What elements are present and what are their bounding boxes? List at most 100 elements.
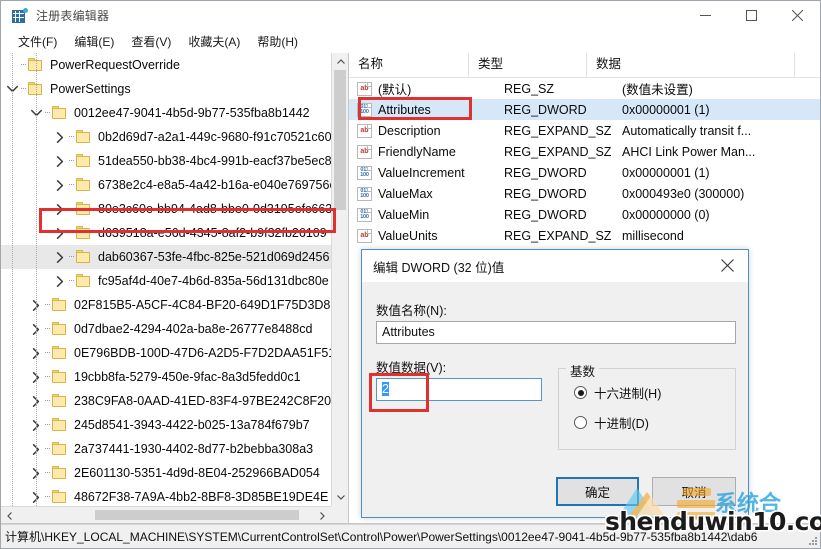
- tree-scroll-left-button[interactable]: [1, 507, 18, 523]
- menu-edit[interactable]: 编辑(E): [66, 31, 123, 52]
- window-titlebar: 注册表编辑器: [1, 1, 820, 30]
- folder-icon: [76, 154, 92, 168]
- tree-scroll-down-button[interactable]: [332, 489, 348, 506]
- chevron-right-icon[interactable]: [52, 173, 68, 197]
- base-group-label: 基数: [566, 361, 600, 380]
- tree-item[interactable]: 19cbb8fa-5279-450e-9fac-8a3d5fedd0c1: [1, 365, 331, 389]
- tree-connector: [44, 365, 52, 389]
- value-row[interactable]: 011 100 ValueMin REG_DWORD 0x00000000 (0): [349, 204, 820, 225]
- tree-item[interactable]: 51dea550-bb38-4bc4-991b-eacf37be5ec8: [1, 149, 331, 173]
- menu-file[interactable]: 文件(F): [10, 31, 66, 52]
- tree-item-label: 51dea550-bb38-4bc4-991b-eacf37be5ec8: [98, 154, 331, 168]
- minimize-button[interactable]: [682, 1, 728, 30]
- column-header-name[interactable]: 名称: [349, 53, 469, 77]
- tree-item[interactable]: PowerRequestOverride: [1, 53, 331, 77]
- value-data-input[interactable]: 2: [376, 378, 542, 401]
- ok-button[interactable]: 确定: [556, 477, 639, 506]
- dialog-titlebar: 编辑 DWORD (32 位)值: [362, 250, 748, 282]
- resize-grip-icon[interactable]: [806, 534, 818, 546]
- value-row[interactable]: ab FriendlyName REG_EXPAND_SZ AHCI Link Pow…: [349, 141, 820, 162]
- registry-tree[interactable]: PowerRequestOverride PowerSettings 0012ee4…: [1, 53, 331, 506]
- radio-hexadecimal[interactable]: 十六进制(H): [574, 383, 661, 402]
- chevron-right-icon[interactable]: [52, 125, 68, 149]
- tree-vertical-scrollbar[interactable]: [331, 53, 348, 506]
- value-row[interactable]: ab (默认) REG_SZ (数值未设置): [349, 78, 820, 99]
- tree-item-label: 2a737441-1930-4402-8d77-b2bebba308a3: [74, 442, 314, 456]
- tree-vertical-scroll-thumb[interactable]: [334, 70, 346, 210]
- tree-item[interactable]: 48672F38-7A9A-4bb2-8BF8-3D85BE19DE4E: [1, 485, 331, 506]
- close-button[interactable]: [774, 1, 820, 30]
- value-name: Description: [378, 123, 441, 138]
- tree-item-label: 0012ee47-9041-4b5d-9b77-535fba8b1442: [74, 106, 310, 120]
- radio-decimal-label: 十进制(D): [594, 417, 649, 431]
- tree-scroll-right-button[interactable]: [314, 507, 331, 523]
- folder-icon: [52, 490, 68, 504]
- radio-hexadecimal-icon: [574, 386, 587, 399]
- tree-connector: [68, 269, 76, 293]
- value-row[interactable]: ab Description REG_EXPAND_SZ Automatically …: [349, 120, 820, 141]
- tree-item[interactable]: 0b2d69d7-a2a1-449c-9680-f91c70521c60: [1, 125, 331, 149]
- tree-item[interactable]: 0012ee47-9041-4b5d-9b77-535fba8b1442: [1, 101, 331, 125]
- tree-item[interactable]: 02F815B5-A5CF-4C84-BF20-649D1F75D3D8: [1, 293, 331, 317]
- tree-connector: [44, 389, 52, 413]
- value-data: millisecond: [622, 228, 684, 243]
- tree-horizontal-scroll-thumb[interactable]: [95, 510, 299, 520]
- tree-item-label: 48672F38-7A9A-4bb2-8BF8-3D85BE19DE4E: [74, 490, 329, 504]
- folder-icon: [76, 202, 92, 216]
- tree-item[interactable]: 0d7dbae2-4294-402a-ba8e-26777e8488cd: [1, 317, 331, 341]
- tree-item[interactable]: d639518a-e56d-4345-8af2-b9f32fb26109: [1, 221, 331, 245]
- tree-item[interactable]: 245d8541-3943-4422-b025-13a784f679b7: [1, 413, 331, 437]
- tree-scroll-up-button[interactable]: [332, 53, 348, 70]
- folder-icon: [52, 106, 68, 120]
- value-row[interactable]: 011 100 Attributes REG_DWORD 0x00000001 (1): [349, 99, 820, 120]
- value-data-label: 数值数据(V):: [376, 361, 447, 375]
- value-name: Attributes: [378, 102, 431, 117]
- chevron-right-icon[interactable]: [52, 197, 68, 221]
- tree-connector: [44, 317, 52, 341]
- value-row[interactable]: ab ValueUnits REG_EXPAND_SZ millisecond: [349, 225, 820, 246]
- tree-horizontal-scrollbar[interactable]: [1, 506, 331, 523]
- tree-item-label: 238C9FA8-0AAD-41ED-83F4-97BE242C8F20: [74, 394, 331, 408]
- tree-connector: [44, 293, 52, 317]
- tree-connector: [44, 413, 52, 437]
- value-data: Automatically transit f...: [622, 123, 752, 138]
- chevron-right-icon[interactable]: [52, 269, 68, 293]
- value-row[interactable]: 011 100 ValueIncrement REG_DWORD 0x00000001 …: [349, 162, 820, 183]
- tree-item[interactable]: PowerSettings: [1, 77, 331, 101]
- value-type: REG_DWORD: [504, 165, 587, 180]
- radio-decimal-icon: [574, 416, 587, 429]
- folder-icon: [52, 418, 68, 432]
- menu-favorites[interactable]: 收藏夫(A): [180, 31, 249, 52]
- tree-connector: [20, 53, 28, 77]
- chevron-right-icon[interactable]: [52, 221, 68, 245]
- column-header-type[interactable]: 类型: [469, 53, 587, 77]
- tree-item[interactable]: dab60367-53fe-4fbc-825e-521d069d2456: [1, 245, 331, 269]
- tree-item[interactable]: 2a737441-1930-4402-8d77-b2bebba308a3: [1, 437, 331, 461]
- dialog-close-button[interactable]: [706, 250, 748, 281]
- tree-item[interactable]: 0E796BDB-100D-47D6-A2D5-F7D2DAA51F51: [1, 341, 331, 365]
- value-data: 0x00000001 (1): [622, 102, 710, 117]
- dialog-body: 数值名称(N): Attributes 数值数据(V): 2 基数 十六进制(H…: [362, 282, 748, 517]
- menu-help[interactable]: 帮助(H): [249, 31, 307, 52]
- column-header-data[interactable]: 数据: [587, 53, 795, 77]
- chevron-right-icon[interactable]: [52, 149, 68, 173]
- values-list[interactable]: ab (默认) REG_SZ (数值未设置) 011 100 Attributes REG_D…: [349, 78, 820, 246]
- menubar: 文件(F) 编辑(E) 查看(V) 收藏夫(A) 帮助(H): [1, 30, 820, 53]
- dword-value-icon: 011 100: [357, 165, 372, 180]
- chevron-right-icon[interactable]: [52, 245, 68, 269]
- value-type: REG_EXPAND_SZ: [504, 228, 612, 243]
- tree-connector: [68, 245, 76, 269]
- tree-item[interactable]: 80e3c60e-bb94-4ad8-bbe0-0d3195efc663: [1, 197, 331, 221]
- column-header-filler: [795, 53, 820, 77]
- radio-decimal[interactable]: 十进制(D): [574, 413, 649, 432]
- tree-item[interactable]: fc95af4d-40e7-4b6d-835a-56d131dbc80e: [1, 269, 331, 293]
- tree-connector: [20, 77, 28, 101]
- tree-item[interactable]: 6738e2c4-e8a5-4a42-b16a-e040e769756e: [1, 173, 331, 197]
- menu-view[interactable]: 查看(V): [123, 31, 180, 52]
- maximize-button[interactable]: [728, 1, 774, 30]
- value-row[interactable]: 011 100 ValueMax REG_DWORD 0x000493e0 (30000…: [349, 183, 820, 204]
- tree-item[interactable]: 2E601130-5351-4d9d-8E04-252966BAD054: [1, 461, 331, 485]
- value-name-input[interactable]: Attributes: [376, 321, 736, 344]
- cancel-button[interactable]: 取消: [652, 477, 736, 506]
- tree-item[interactable]: 238C9FA8-0AAD-41ED-83F4-97BE242C8F20: [1, 389, 331, 413]
